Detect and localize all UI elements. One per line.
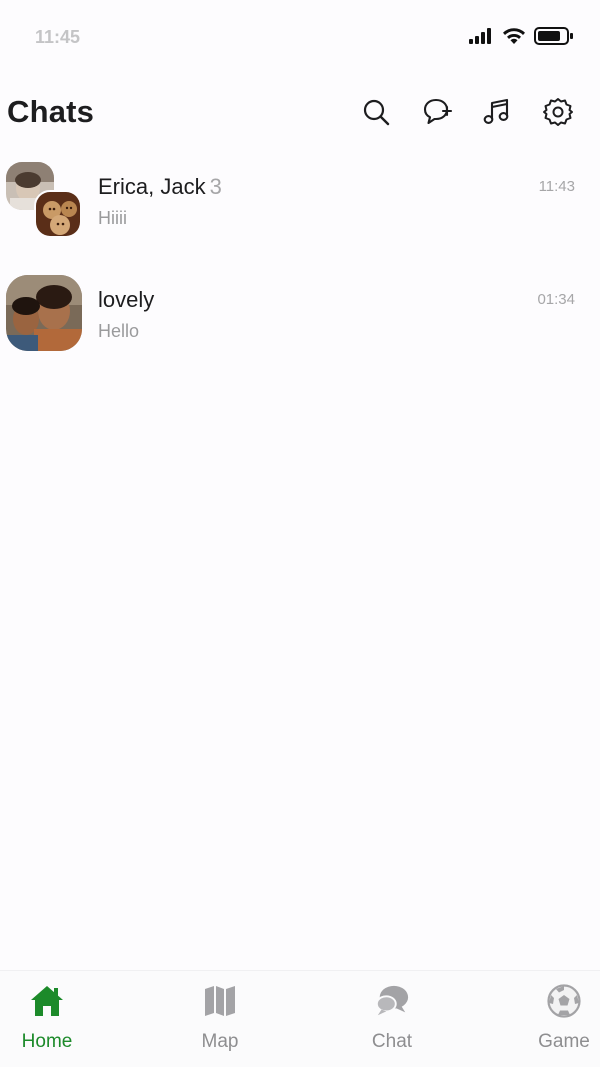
tab-label: Home [21,1031,73,1052]
music-icon[interactable] [481,96,513,128]
status-icons [468,26,574,46]
chat-title: lovely [98,287,155,312]
signal-icon [469,28,491,44]
chat-title: Erica, Jack [98,174,206,199]
settings-icon[interactable] [542,96,574,128]
chat-row-erica-jack[interactable]: Erica, Jack 3 Hiiii 11:43 [0,150,600,263]
chat-preview: Hiiii [98,208,127,228]
status-bar: 11:45 [0,0,600,70]
avatar-cookies-photo [34,190,82,238]
chat-bubbles-icon [374,983,410,1019]
tab-map[interactable]: Map [165,983,275,1059]
chat-list: Erica, Jack 3 Hiiii 11:43 lovely Hello 0… [0,150,600,376]
tab-label: Map [201,1031,239,1052]
tab-label: Game [538,1031,590,1052]
chat-time: 01:34 [537,291,575,308]
soccer-ball-icon [546,983,582,1019]
chat-time: 11:43 [538,178,575,195]
battery-icon [534,27,573,45]
tab-game[interactable]: Game [509,983,600,1059]
photo-avatar [6,275,82,351]
search-icon[interactable] [360,96,392,128]
chat-row-lovely[interactable]: lovely Hello 01:34 [0,263,600,376]
member-count: 3 [209,174,222,199]
avatar-photo [6,275,82,351]
header: Chats [0,88,600,140]
tab-home[interactable]: Home [0,983,102,1059]
wifi-icon [503,28,525,44]
chat-name: Erica, Jack 3 [98,174,222,200]
page-title: Chats [7,94,95,129]
new-chat-icon[interactable] [422,96,454,128]
tab-chat[interactable]: Chat [337,983,447,1059]
chat-preview: Hello [98,321,140,341]
home-icon [29,983,65,1019]
tab-label: Chat [371,1031,413,1052]
chat-name: lovely [98,287,154,313]
group-avatar [6,162,82,238]
tab-bar: Home Map Chat Game [0,970,600,1067]
map-icon [202,983,238,1019]
chats-screen: 11:45 Chats Erica, Jack 3 Hiiii 11:43 lo… [0,0,600,1067]
status-time: 11:45 [35,27,81,47]
